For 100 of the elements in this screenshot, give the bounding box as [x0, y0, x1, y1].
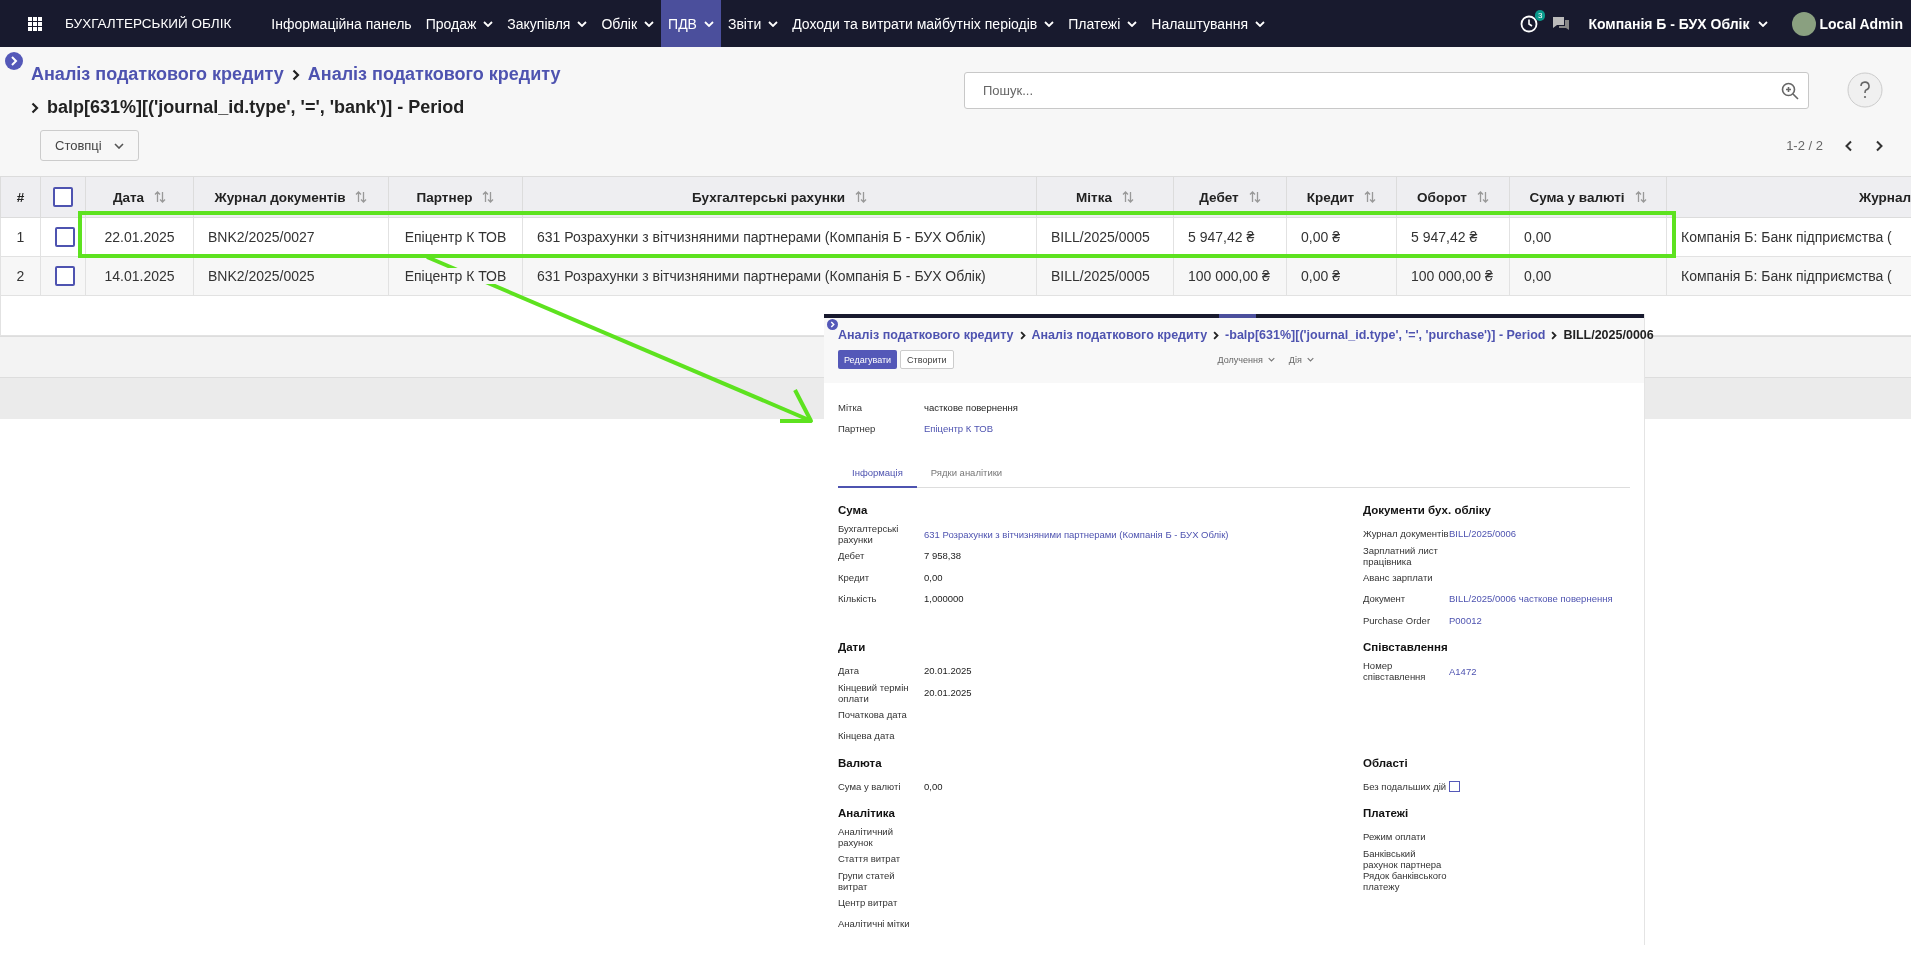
column-header: #	[0, 176, 41, 218]
chevron-down-icon	[1267, 357, 1275, 362]
edit-button[interactable]: Редагувати	[838, 350, 898, 369]
menu-item[interactable]: ПДВ	[661, 0, 721, 47]
sort-icon	[855, 189, 867, 204]
activity-count-badge: 3	[1535, 9, 1546, 21]
sort-icon	[154, 189, 167, 204]
company-switcher[interactable]: Компанія Б - БУХ Облік	[1588, 15, 1768, 32]
field-checkbox[interactable]	[1449, 780, 1460, 792]
section-title: Валюта	[838, 756, 883, 769]
field-label: Групи статей витрат	[838, 869, 896, 892]
field-label: Кредит	[838, 571, 871, 583]
field-label: Мітка	[838, 402, 864, 413]
row-number: 2	[0, 256, 41, 296]
field-label: Стаття витрат	[838, 853, 902, 865]
row-checkbox[interactable]	[55, 266, 75, 286]
table-cell: 631 Розрахунки з вітчизняними партнерами (Компанія Б - БУХ Облік)	[537, 229, 986, 245]
previous-page-icon[interactable]	[1845, 139, 1853, 152]
breadcrumb-link[interactable]: Аналіз податкового кредиту	[31, 64, 284, 85]
chevron-down-icon	[1127, 20, 1138, 27]
field-value: 20.01.2025	[924, 687, 972, 698]
columns-dropdown[interactable]: Стовпці	[40, 130, 139, 161]
field-value: 7 958,38	[924, 550, 961, 562]
field-label: Початкова дата	[838, 708, 908, 720]
create-button[interactable]: Створити	[900, 350, 954, 369]
field-link[interactable]: BILL/2025/0006	[1449, 528, 1517, 540]
pager-count[interactable]: 1-2 / 2	[1786, 138, 1823, 153]
breadcrumb-link[interactable]: Аналіз податкового кредиту	[307, 64, 561, 85]
sort-icon	[1634, 189, 1647, 204]
column-header[interactable]: Бухгалтерські рахунки	[522, 176, 1037, 218]
field-label: Кінцева дата	[838, 730, 896, 742]
chevron-right-icon	[31, 101, 39, 114]
section-title: Аналітика	[838, 807, 896, 819]
field-value: 20.01.2025	[924, 665, 972, 677]
chat-bubbles-icon[interactable]	[1552, 15, 1571, 32]
apps-grid-icon[interactable]	[28, 16, 42, 31]
menu-item[interactable]: Продаж	[418, 0, 501, 47]
section-title: Сума	[838, 504, 869, 516]
user-avatar[interactable]	[1791, 11, 1816, 36]
column-header[interactable]: Журнал	[1666, 176, 1911, 218]
chevron-right-icon	[1551, 330, 1558, 340]
menu-item[interactable]: Звіти	[720, 0, 786, 47]
section-title: Платежі	[1363, 807, 1410, 819]
field-link[interactable]: Епіцентр К ТОВ	[924, 423, 993, 434]
menu-item[interactable]: Облік	[594, 0, 662, 47]
dropdown-menu[interactable]: Долучення	[1217, 354, 1275, 365]
select-all-checkbox[interactable]	[53, 187, 73, 207]
menu-item[interactable]: Закупівля	[500, 0, 595, 47]
chevron-right-icon	[1019, 330, 1026, 340]
field-label: Дебет	[838, 550, 866, 562]
field-label: Сума у валюті	[838, 780, 902, 792]
table-cell: BNK2/2025/0027	[208, 229, 315, 245]
table-cell: Компанія Б: Банк підприємства (	[1681, 268, 1892, 284]
menu-item[interactable]: Доходи та витрати майбутніх періодів	[785, 0, 1062, 47]
app-name[interactable]: БУХГАЛТЕРСЬКИЙ ОБЛІК	[65, 16, 232, 31]
table-cell: 5 947,42 ₴	[1411, 229, 1478, 245]
chevron-circle-icon[interactable]	[5, 52, 23, 70]
chevron-down-icon	[768, 20, 779, 27]
user-name[interactable]: Local Admin	[1819, 15, 1903, 32]
section-title: Дати	[838, 641, 867, 653]
field-link[interactable]: 631 Розрахунки з вітчизняними партнерами (Компанія Б - БУХ Облік)	[924, 528, 1229, 540]
tab[interactable]: Рядки аналітики	[918, 459, 1015, 488]
row-number: 1	[0, 217, 41, 257]
table-cell: BILL/2025/0005	[1051, 229, 1150, 245]
sort-icon	[1248, 189, 1261, 204]
sort-icon	[482, 189, 495, 204]
chevron-circle-icon[interactable]	[827, 319, 838, 330]
help-icon[interactable]	[1847, 72, 1883, 108]
menu-item[interactable]: Налаштування	[1144, 0, 1273, 47]
field-label: Банківський рахунок партнера	[1363, 847, 1443, 870]
activity-clock-icon[interactable]	[1520, 14, 1539, 33]
menu-item[interactable]: Інформаційна панель	[264, 0, 419, 47]
next-page-icon[interactable]	[1875, 139, 1883, 152]
dropdown-menu[interactable]: Дія	[1288, 354, 1314, 365]
field-label: Аналітичні мітки	[838, 918, 911, 930]
field-link[interactable]: BILL/2025/0006 часткове повернення	[1449, 593, 1613, 605]
field-link[interactable]: A1472	[1449, 665, 1477, 677]
zoom-in-icon[interactable]	[1781, 81, 1799, 100]
tab[interactable]: Інформація	[838, 459, 917, 488]
breadcrumb-link[interactable]: Аналіз податкового кредиту	[838, 328, 1014, 342]
field-label: Purchase Order	[1363, 614, 1432, 626]
section-title: Області	[1363, 756, 1409, 769]
field-label: Журнал документів	[1363, 528, 1449, 540]
table-cell: 5 947,42 ₴	[1188, 229, 1255, 245]
field-label: Партнер	[838, 423, 877, 434]
sort-icon	[355, 189, 368, 204]
breadcrumb-link[interactable]: -balp[631%][('journal_id.type', '=', 'purchase')] - Period	[1225, 328, 1546, 342]
menu-item[interactable]: Платежі	[1061, 0, 1145, 47]
search-field[interactable]: Пошук...	[964, 71, 1809, 109]
field-link[interactable]: P00012	[1449, 614, 1482, 626]
field-label: Номер співставлення	[1363, 660, 1427, 682]
chevron-right-icon	[291, 68, 300, 81]
chevron-down-icon	[1255, 20, 1266, 27]
table-cell: Епіцентр К ТОВ	[404, 268, 507, 284]
breadcrumb-link[interactable]: Аналіз податкового кредиту	[1031, 328, 1208, 342]
section-title: Документи бух. обліку	[1363, 504, 1492, 516]
field-label: Документ	[1363, 593, 1407, 605]
table-cell: BNK2/2025/0025	[208, 268, 315, 284]
row-checkbox[interactable]	[55, 227, 75, 247]
breadcrumb-current: balp[631%][('journal_id.type', '=', 'bank')] - Period	[47, 97, 465, 118]
